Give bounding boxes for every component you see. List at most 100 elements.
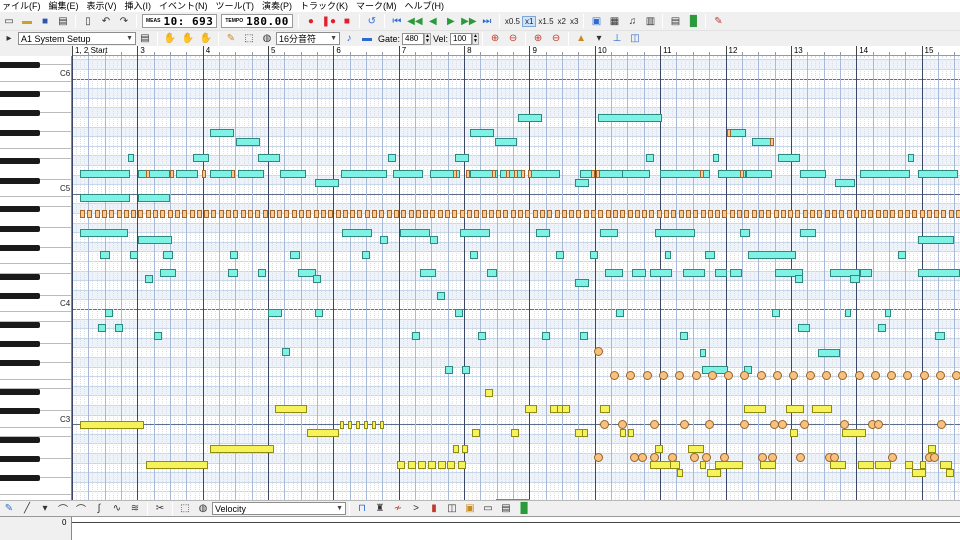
- midi-note[interactable]: [397, 461, 405, 469]
- midi-note[interactable]: [80, 210, 85, 218]
- velocity-spinner[interactable]: ▲ ▼: [472, 32, 480, 45]
- meter-icon[interactable]: █: [685, 14, 701, 29]
- midi-note[interactable]: [737, 210, 742, 218]
- drum-hit[interactable]: [854, 371, 864, 380]
- midi-note[interactable]: [575, 279, 589, 287]
- midi-note[interactable]: [255, 210, 261, 218]
- hand-play-icon[interactable]: ✋: [162, 31, 178, 46]
- menu-track[interactable]: トラック(K): [298, 0, 354, 12]
- midi-note[interactable]: [780, 210, 786, 218]
- midi-note[interactable]: [388, 154, 396, 162]
- snap-icon[interactable]: ⊥: [609, 31, 625, 46]
- midi-note[interactable]: [340, 421, 344, 429]
- piano-black-key[interactable]: [0, 388, 40, 395]
- eraser-icon[interactable]: ◍: [259, 31, 275, 46]
- midi-note[interactable]: [707, 210, 713, 218]
- drum-hit[interactable]: [756, 371, 766, 380]
- midi-note[interactable]: [778, 154, 800, 162]
- midi-note[interactable]: [262, 210, 268, 218]
- midi-note[interactable]: [447, 461, 455, 469]
- midi-note[interactable]: [372, 421, 376, 429]
- drum-hit[interactable]: [691, 371, 701, 380]
- midi-note[interactable]: [582, 429, 588, 437]
- midi-note[interactable]: [748, 251, 796, 259]
- midi-note[interactable]: [481, 210, 487, 218]
- midi-note[interactable]: [795, 210, 801, 218]
- midi-note[interactable]: [600, 229, 618, 237]
- midi-note[interactable]: [466, 170, 470, 178]
- drum-hit[interactable]: [800, 420, 809, 429]
- midi-note[interactable]: [912, 210, 918, 218]
- midi-note[interactable]: [590, 251, 598, 259]
- midi-note[interactable]: [700, 349, 706, 357]
- drum-hit[interactable]: [594, 347, 603, 356]
- midi-note[interactable]: [620, 210, 626, 218]
- midi-note[interactable]: [275, 405, 307, 413]
- midi-note[interactable]: [445, 366, 453, 374]
- midi-note[interactable]: [380, 236, 388, 244]
- zoom-in-icon[interactable]: ⊕: [487, 31, 503, 46]
- midi-note[interactable]: [740, 229, 750, 237]
- midi-note[interactable]: [715, 210, 721, 218]
- midi-note[interactable]: [790, 429, 798, 437]
- menu-edit[interactable]: 編集(E): [47, 0, 85, 12]
- midi-note[interactable]: [372, 210, 377, 218]
- select-icon[interactable]: ⬚: [241, 31, 257, 46]
- midi-note[interactable]: [562, 405, 570, 413]
- speed-x2[interactable]: x2: [556, 17, 568, 26]
- velocity-input[interactable]: 100: [450, 32, 473, 45]
- stamp-icon[interactable]: ♜: [372, 501, 388, 516]
- piano-white-key[interactable]: [0, 375, 71, 390]
- midi-note[interactable]: [393, 170, 423, 178]
- midi-note[interactable]: [934, 210, 940, 218]
- midi-note[interactable]: [258, 269, 266, 277]
- drum-hit[interactable]: [937, 420, 946, 429]
- menu-file[interactable]: ァイル(F): [0, 0, 47, 12]
- midi-note[interactable]: [380, 421, 384, 429]
- midi-note[interactable]: [655, 229, 695, 237]
- midi-note[interactable]: [202, 170, 206, 178]
- midi-note[interactable]: [795, 275, 803, 283]
- drum-hit[interactable]: [642, 371, 652, 380]
- midi-note[interactable]: [920, 461, 926, 469]
- midi-note[interactable]: [138, 194, 170, 202]
- midi-note[interactable]: [812, 405, 832, 413]
- midi-note[interactable]: [146, 461, 208, 469]
- midi-note[interactable]: [379, 210, 385, 218]
- midi-note[interactable]: [341, 170, 387, 178]
- midi-note[interactable]: [935, 332, 945, 340]
- drum-hit[interactable]: [805, 371, 815, 380]
- midi-note[interactable]: [525, 210, 531, 218]
- measure-display[interactable]: MEAS 10: 693: [142, 14, 218, 28]
- midi-note[interactable]: [665, 251, 671, 259]
- midi-note[interactable]: [307, 429, 339, 437]
- bar-mode-icon[interactable]: ⊓: [354, 501, 370, 516]
- drum-hit[interactable]: [650, 420, 659, 429]
- drum-hit[interactable]: [919, 371, 929, 380]
- midi-note[interactable]: [898, 251, 906, 259]
- midi-note[interactable]: [400, 229, 430, 237]
- midi-note[interactable]: [459, 210, 465, 218]
- menu-mark[interactable]: マーク(M): [354, 0, 403, 12]
- new-file-icon[interactable]: ▭: [1, 14, 17, 29]
- midi-note[interactable]: [649, 210, 655, 218]
- piano-black-key[interactable]: [0, 206, 40, 213]
- midi-note[interactable]: [160, 269, 176, 277]
- midi-note[interactable]: [860, 170, 910, 178]
- pencil-icon[interactable]: ✎: [223, 31, 239, 46]
- speed-x1-5[interactable]: x1.5: [536, 17, 555, 26]
- midi-note[interactable]: [521, 170, 525, 178]
- view-track-icon[interactable]: ▥: [642, 14, 658, 29]
- save-icon[interactable]: ■: [37, 14, 53, 29]
- midi-note[interactable]: [612, 210, 618, 218]
- midi-note[interactable]: [230, 251, 238, 259]
- eraser-icon[interactable]: ◍: [195, 501, 211, 516]
- midi-note[interactable]: [715, 269, 727, 277]
- filter-icon[interactable]: ◫: [444, 501, 460, 516]
- midi-note[interactable]: [810, 210, 815, 218]
- midi-note[interactable]: [511, 429, 519, 437]
- go-to-end-icon[interactable]: ⏭: [479, 14, 495, 29]
- midi-note[interactable]: [561, 210, 567, 218]
- midi-note[interactable]: [897, 210, 903, 218]
- waveform-icon[interactable]: ▤: [498, 501, 514, 516]
